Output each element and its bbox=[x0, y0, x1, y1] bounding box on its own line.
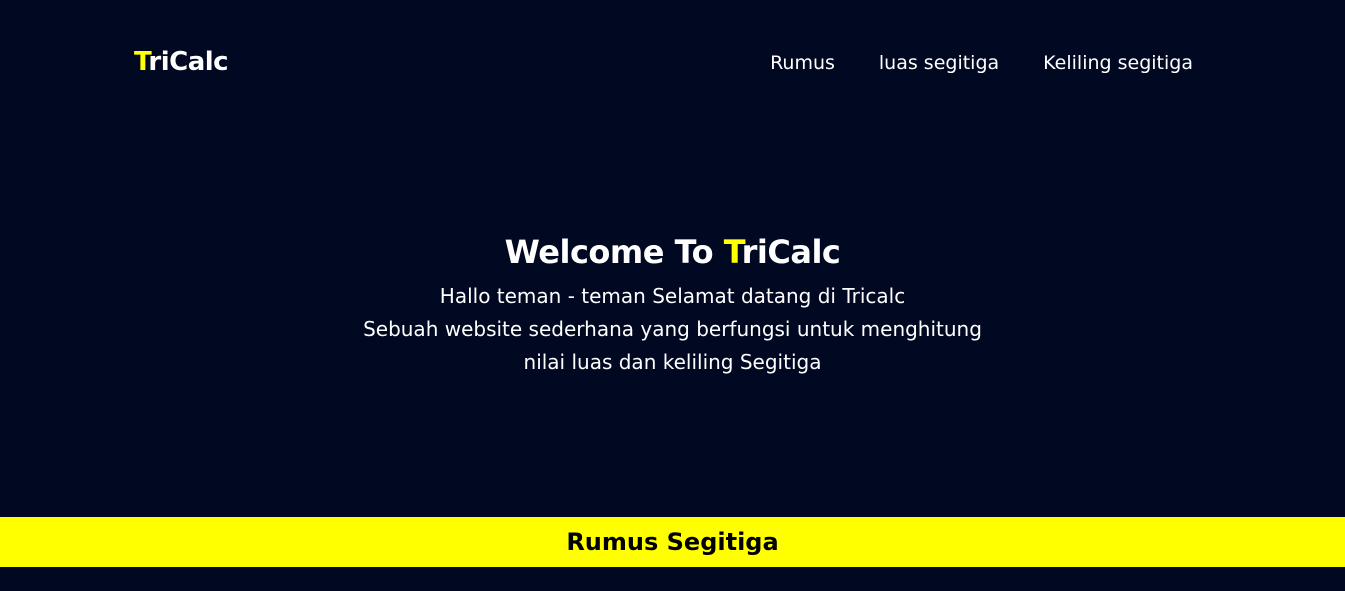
hero-title-prefix: Welcome To bbox=[504, 233, 724, 271]
nav-link-keliling-segitiga[interactable]: Keliling segitiga bbox=[1043, 50, 1193, 76]
rumus-section-header: Rumus Segitiga bbox=[0, 517, 1345, 567]
section-title: Rumus Segitiga bbox=[566, 528, 779, 556]
page: TriCalc Rumus luas segitiga Keliling seg… bbox=[0, 0, 1345, 591]
nav-link-luas-segitiga[interactable]: luas segitiga bbox=[879, 50, 999, 76]
nav-link-rumus[interactable]: Rumus bbox=[770, 50, 835, 76]
nav-menu: Rumus luas segitiga Keliling segitiga bbox=[770, 50, 1193, 76]
hero-line-1: Hallo teman - teman Selamat datang di Tr… bbox=[439, 284, 906, 308]
brand-name-rest: riCalc bbox=[148, 47, 229, 77]
navbar: TriCalc Rumus luas segitiga Keliling seg… bbox=[0, 0, 1345, 126]
hero-section: Welcome To TriCalc Hallo teman - teman S… bbox=[0, 230, 1345, 379]
hero-line-2: Sebuah website sederhana yang berfungsi … bbox=[363, 317, 982, 341]
hero-line-3: nilai luas dan keliling Segitiga bbox=[523, 350, 822, 374]
hero-title-accent: T bbox=[723, 233, 742, 271]
hero-description: Hallo teman - teman Selamat datang di Tr… bbox=[0, 280, 1345, 379]
hero-title: Welcome To TriCalc bbox=[0, 230, 1345, 274]
brand-logo[interactable]: TriCalc bbox=[134, 46, 229, 78]
brand-accent-letter: T bbox=[134, 47, 149, 77]
hero-title-rest: riCalc bbox=[741, 233, 841, 271]
